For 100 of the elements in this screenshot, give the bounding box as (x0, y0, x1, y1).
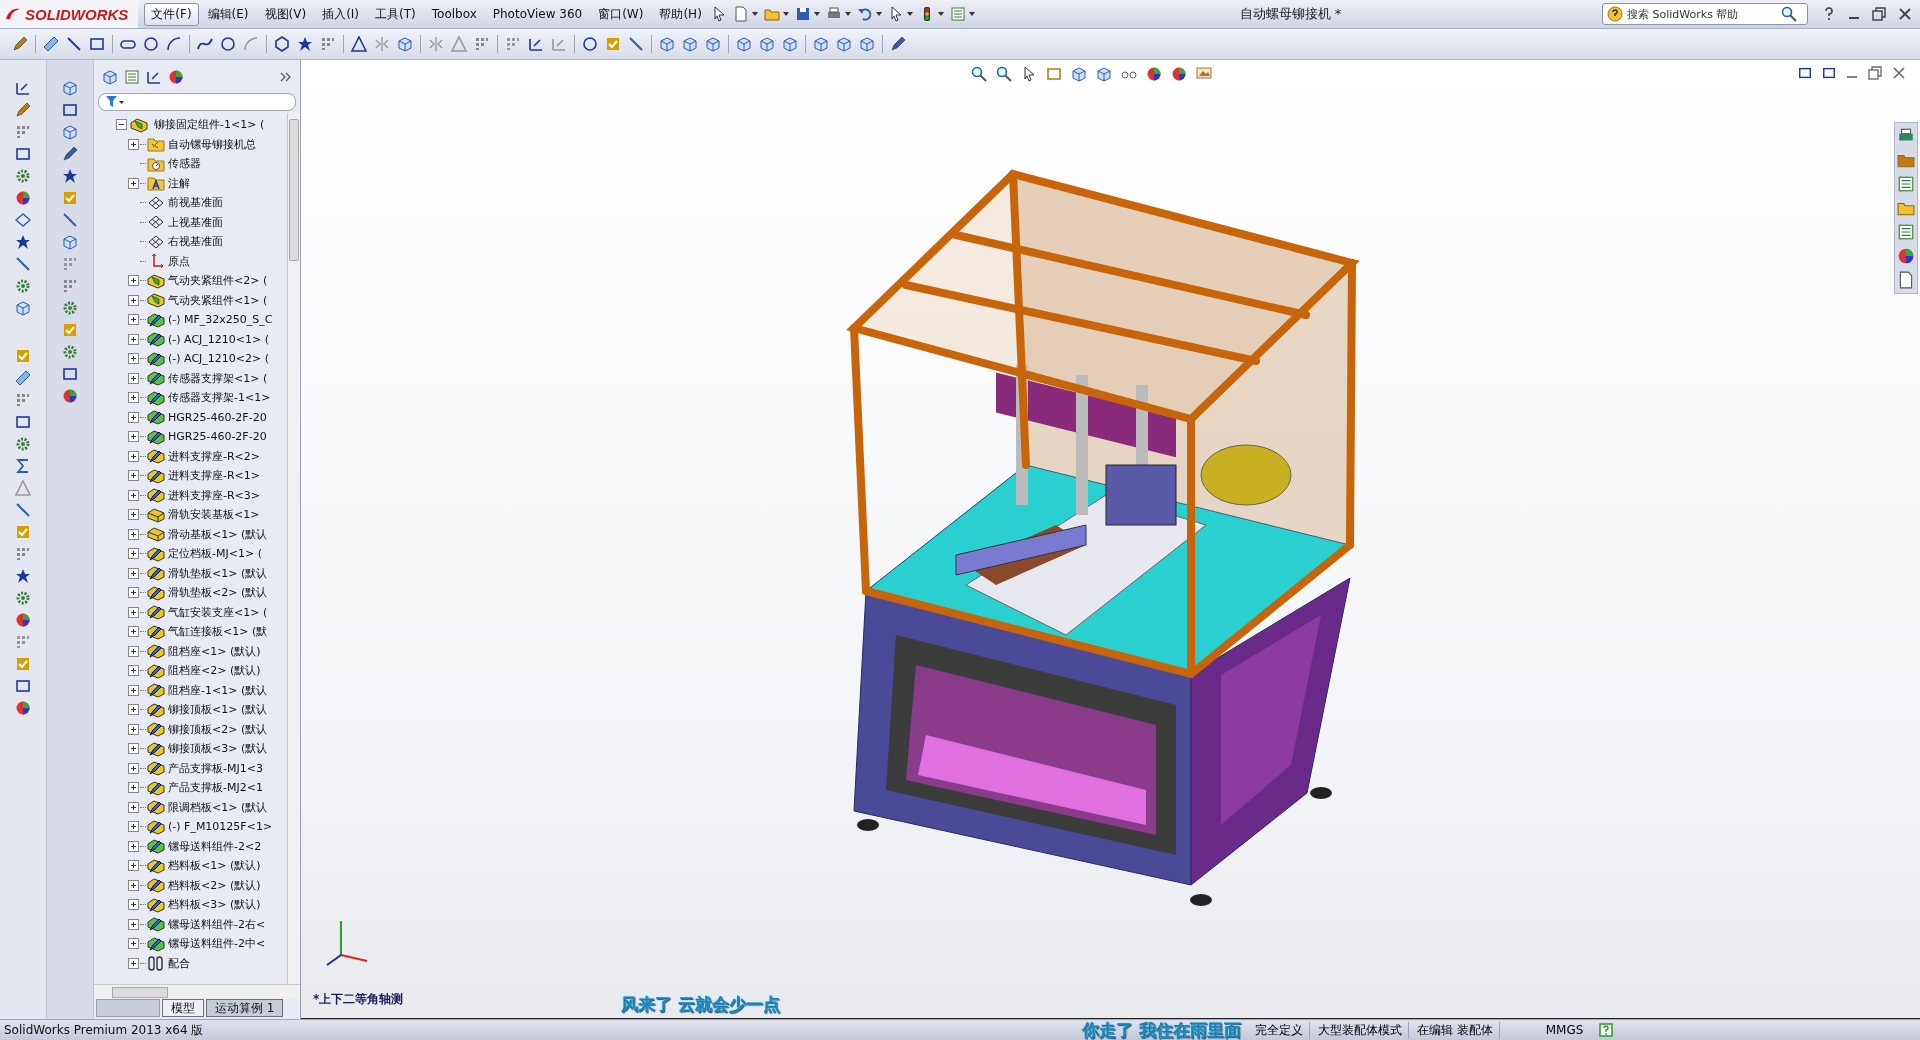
cube-icon[interactable] (836, 36, 852, 52)
tab[interactable]: 模型 (162, 999, 204, 1017)
tree-item[interactable]: 注解 (168, 175, 190, 191)
tree-item[interactable]: 滑轨垫板<1> (默认 (168, 565, 268, 581)
units-button[interactable]: MMGS (1537, 1023, 1592, 1037)
expand-icon[interactable] (128, 606, 139, 618)
spline-icon[interactable] (197, 36, 213, 52)
cube-icon[interactable] (736, 36, 752, 52)
menu-item[interactable]: PhotoView 360 (485, 4, 590, 24)
expand-icon[interactable] (128, 821, 139, 833)
circle-icon[interactable] (582, 36, 598, 52)
ball-icon[interactable] (168, 69, 184, 85)
tree-item[interactable]: 滑轨安装基板<1> (168, 507, 260, 523)
expand-icon[interactable] (128, 782, 139, 794)
ball-icon[interactable] (1171, 66, 1187, 82)
caret-icon[interactable] (813, 12, 820, 16)
ball-icon[interactable] (15, 700, 31, 716)
menu-item[interactable]: 工具(T) (368, 2, 423, 26)
caret-icon[interactable] (968, 12, 975, 16)
expand-icon[interactable] (128, 275, 139, 287)
gear-icon[interactable] (62, 300, 78, 316)
menu-item[interactable]: 帮助(H) (652, 2, 709, 26)
menu-item[interactable]: 窗口(W) (591, 2, 651, 26)
gear-icon[interactable] (62, 344, 78, 360)
tree-item[interactable]: 档料板<2> (默认) (168, 877, 261, 893)
circle-icon[interactable] (143, 36, 159, 52)
expand-icon[interactable] (128, 840, 139, 852)
cube-icon[interactable] (759, 36, 775, 52)
expand-icon[interactable] (128, 957, 139, 969)
help-icon[interactable] (1822, 7, 1836, 21)
tree-item[interactable]: 气动夹紧组件<2> ( (168, 273, 268, 289)
tree-item[interactable]: 右视基准面 (168, 234, 223, 250)
grid-icon[interactable] (320, 36, 336, 52)
magnifier-icon[interactable] (1781, 6, 1797, 22)
expand-icon[interactable] (128, 938, 139, 950)
menu-item[interactable]: 视图(V) (257, 2, 314, 26)
cube-icon[interactable] (1071, 66, 1087, 82)
restore-icon[interactable] (1872, 7, 1886, 21)
tree-item[interactable]: 铆接顶板<3> (默认 (168, 741, 268, 757)
ruler-icon[interactable] (15, 370, 31, 386)
close-icon[interactable] (1898, 7, 1912, 21)
scrollbar[interactable] (94, 984, 300, 999)
tree-item[interactable]: 定位档板-MJ<1> ( (168, 546, 262, 562)
plane-icon[interactable] (15, 212, 31, 228)
cube-icon[interactable] (705, 36, 721, 52)
expand-icon[interactable] (128, 587, 139, 599)
menu-item[interactable]: 文件(F) (144, 2, 199, 26)
cube-icon[interactable] (1096, 66, 1112, 82)
tree-item[interactable]: 镙母送料组件-2右< (168, 916, 266, 932)
expand-panel-icon[interactable] (280, 72, 292, 82)
caret-icon[interactable] (751, 12, 758, 16)
pencil-icon[interactable] (15, 102, 31, 118)
tree-item[interactable]: (-) ACJ_1210<2> ( (168, 352, 270, 366)
expand-icon[interactable] (128, 489, 139, 501)
tree-item[interactable]: 镙母送料组件-2中< (168, 936, 266, 952)
expand-icon[interactable] (128, 548, 139, 560)
rect-icon[interactable] (62, 102, 78, 118)
gear-icon[interactable] (15, 436, 31, 452)
cube-icon[interactable] (15, 300, 31, 316)
menu-item[interactable]: 编辑(E) (200, 2, 256, 26)
expand-icon[interactable] (128, 314, 139, 326)
expand-icon[interactable] (128, 567, 139, 579)
expand-icon[interactable] (128, 879, 139, 891)
tree-item[interactable]: 产品支撑板-MJ2<1 (168, 780, 263, 796)
ball-icon[interactable] (1897, 247, 1915, 265)
magnifier-icon[interactable] (996, 66, 1012, 82)
star-icon[interactable] (15, 234, 31, 250)
restore-icon[interactable] (1868, 66, 1882, 80)
cube-icon[interactable] (813, 36, 829, 52)
rect-icon[interactable] (89, 36, 105, 52)
tree-item[interactable]: 阻档座-1<1> (默认 (168, 682, 268, 698)
expand-icon[interactable] (128, 372, 139, 384)
cube-icon[interactable] (682, 36, 698, 52)
cube-icon[interactable] (102, 69, 118, 85)
expand-icon[interactable] (128, 138, 139, 150)
star-icon[interactable] (15, 568, 31, 584)
sigma-icon[interactable] (15, 458, 31, 474)
expand-icon[interactable] (128, 470, 139, 482)
filter-field[interactable] (98, 93, 296, 111)
pencil-icon[interactable] (12, 36, 28, 52)
gear-icon[interactable] (15, 590, 31, 606)
rect-icon[interactable] (15, 414, 31, 430)
tree-item[interactable]: (-) ACJ_1210<1> ( (168, 332, 270, 346)
tree-item[interactable]: HGR25-460-2F-20 (168, 430, 267, 444)
tree-item[interactable]: 气缸安装支座<1> ( (168, 604, 268, 620)
tree-item[interactable]: 阻档座<1> (默认) (168, 643, 261, 659)
tree-item[interactable]: HGR25-460-2F-20 (168, 410, 267, 424)
line-icon[interactable] (66, 36, 82, 52)
grid-icon[interactable] (15, 392, 31, 408)
page-icon[interactable] (1897, 271, 1915, 289)
check-icon[interactable] (15, 348, 31, 364)
expand-icon[interactable] (128, 860, 139, 872)
cube-icon[interactable] (659, 36, 675, 52)
expand-icon[interactable] (128, 431, 139, 443)
tree-item[interactable]: 配合 (168, 955, 190, 971)
tree-item[interactable]: 上视基准面 (168, 214, 223, 230)
expand-icon[interactable] (128, 684, 139, 696)
cube-icon[interactable] (62, 234, 78, 250)
cube-icon[interactable] (782, 36, 798, 52)
tree-item[interactable]: 铆接顶板<2> (默认 (168, 721, 268, 737)
